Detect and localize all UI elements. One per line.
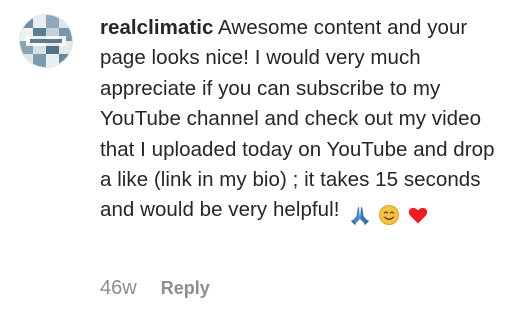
avatar[interactable] bbox=[19, 14, 73, 68]
comment-text: Awesome content and your page looks nice… bbox=[100, 16, 495, 222]
comment-username[interactable]: realclimatic bbox=[100, 16, 213, 39]
comment-meta: 46w Reply bbox=[100, 275, 210, 301]
red-heart-icon bbox=[408, 207, 427, 224]
comment-body: realclimatic Awesome content and your pa… bbox=[100, 13, 505, 230]
smiling-face-icon bbox=[378, 205, 399, 226]
folded-hands-icon bbox=[351, 207, 370, 226]
avatar-image bbox=[20, 15, 72, 67]
comment: realclimatic Awesome content and your pa… bbox=[0, 0, 512, 315]
emoji-row bbox=[349, 199, 430, 229]
comment-timestamp[interactable]: 46w bbox=[100, 277, 137, 300]
reply-button[interactable]: Reply bbox=[161, 278, 210, 299]
